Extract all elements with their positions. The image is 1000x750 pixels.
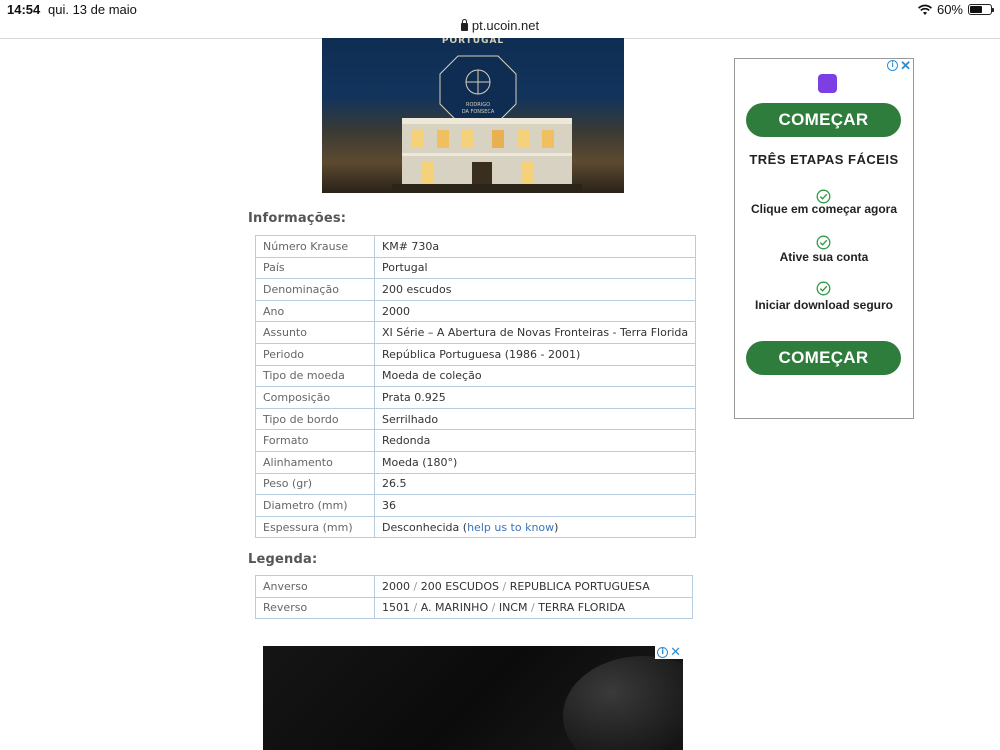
info-value-suffix: ) [554, 520, 559, 534]
legend-heading: Legenda: [248, 552, 318, 567]
info-value: KM# 730a [373, 235, 697, 258]
table-row: Denominação 200 escudos [255, 278, 697, 301]
info-key: Periodo [255, 342, 375, 366]
legend-part: 2000 [382, 579, 410, 593]
info-value: 36 [373, 494, 697, 517]
table-row: Anverso 2000 / 200 ESCUDOS / REPUBLICA PO… [255, 575, 693, 598]
close-icon[interactable]: ✕ [900, 59, 911, 72]
info-key: Ano [255, 299, 375, 323]
legend-separator: / [491, 601, 496, 615]
battery-icon [968, 4, 994, 15]
table-row: Formato Redonda [255, 429, 697, 452]
info-value: Prata 0.925 [373, 386, 697, 409]
info-key: Formato [255, 429, 375, 452]
hero-image: PORTUGAL RODRIGO DA FONSECA [322, 38, 624, 193]
adchoices[interactable]: i ✕ [887, 59, 911, 72]
info-value: Desconhecida (help us to know) [373, 515, 697, 539]
legend-part: A. MARINHO [420, 601, 489, 615]
table-row: Número Krause KM# 730a [255, 235, 697, 258]
info-key: Assunto [255, 321, 375, 344]
table-row: Composição Prata 0.925 [255, 386, 697, 409]
legend-part: TERRA FLORIDA [538, 601, 626, 615]
info-value: 200 escudos [373, 278, 697, 301]
info-value: República Portuguesa (1986 - 2001) [373, 342, 697, 366]
hero-top-text: PORTUGAL [441, 38, 505, 46]
ad-start-button-top[interactable]: COMEÇAR AGORA [746, 103, 901, 163]
legend-key: Anverso [255, 575, 375, 598]
table-row: Ano 2000 [255, 299, 697, 323]
table-row: Reverso 1501 / A. MARINHO / INCM / TERRA … [255, 596, 693, 620]
ad-logo-icon [818, 74, 837, 93]
info-key: Peso (gr) [255, 472, 375, 496]
info-table: Número Krause KM# 730a País Portugal Denomin… [255, 235, 697, 539]
info-value: 2000 [373, 299, 697, 323]
check-icon [816, 281, 831, 296]
ad-step-2: Ative sua conta [779, 250, 869, 264]
info-key: Número Krause [255, 235, 375, 258]
adchoices[interactable]: i ✕ [655, 646, 683, 659]
legend-key: Reverso [255, 596, 375, 620]
info-key: País [255, 256, 375, 280]
ad-step-3: Iniciar download seguro [754, 298, 894, 312]
info-key: Diametro (mm) [255, 494, 375, 517]
info-key: Alinhamento [255, 450, 375, 474]
legend-part: 200 ESCUDOS [420, 579, 499, 593]
ad-heading: TRÊS ETAPAS FÁCEIS [749, 152, 899, 167]
url-text[interactable]: pt.ucoin.net [472, 18, 539, 33]
info-value: Moeda de coleção [373, 364, 697, 388]
check-icon [816, 235, 831, 250]
close-icon[interactable]: ✕ [670, 646, 681, 659]
info-value: Serrilhado [373, 407, 697, 431]
info-key: Denominação [255, 278, 375, 301]
lock-icon [460, 19, 468, 31]
info-key: Espessura (mm) [255, 515, 375, 539]
table-row: Espessura (mm) Desconhecida (help us to k… [255, 515, 697, 539]
legend-separator: / [413, 579, 418, 593]
table-row: País Portugal [255, 256, 697, 280]
wifi-icon [917, 4, 932, 15]
legend-separator: / [530, 601, 535, 615]
legend-part: INCM [498, 601, 528, 615]
legend-part: 1501 [382, 601, 410, 615]
table-row: Tipo de moeda Moeda de coleção [255, 364, 697, 388]
house-illustration [392, 118, 582, 193]
help-link[interactable]: help us to know [467, 521, 554, 534]
address-bar[interactable]: pt.ucoin.net [0, 15, 1000, 39]
legend-table: Anverso 2000 / 200 ESCUDOS / REPUBLICA PO… [255, 575, 693, 620]
ad-start-button-bottom[interactable]: COMEÇAR AGORA [746, 341, 901, 401]
legend-value: 1501 / A. MARINHO / INCM / TERRA FLORIDA [374, 596, 693, 620]
table-row: Assunto XI Série – A Abertura de Novas Fr… [255, 321, 697, 344]
ad-image [563, 656, 683, 750]
side-ad[interactable]: i ✕ COMEÇAR AGORA TRÊS ETAPAS FÁCEIS Cli… [734, 58, 914, 419]
info-value: 26.5 [373, 472, 697, 496]
ad-step-1: Clique em começar agora [750, 202, 898, 216]
info-key: Composição [255, 386, 375, 409]
info-value-text: Desconhecida ( [382, 520, 468, 534]
info-value: Redonda [373, 429, 697, 452]
info-key: Tipo de moeda [255, 364, 375, 388]
info-icon[interactable]: i [657, 647, 669, 658]
legend-value: 2000 / 200 ESCUDOS / REPUBLICA PORTUGUES… [374, 575, 693, 598]
table-row: Alinhamento Moeda (180°) [255, 450, 697, 474]
battery-fill [970, 6, 982, 13]
legend-part: REPUBLICA PORTUGUESA [509, 579, 650, 593]
bottom-ad[interactable]: i ✕ [263, 646, 683, 750]
info-icon[interactable]: i [887, 60, 899, 71]
table-row: Periodo República Portuguesa (1986 - 2001… [255, 342, 697, 366]
info-key: Tipo de bordo [255, 407, 375, 431]
table-row: Diametro (mm) 36 [255, 494, 697, 517]
info-heading: Informações: [248, 211, 347, 226]
info-value: Portugal [373, 256, 697, 280]
legend-separator: / [413, 601, 418, 615]
table-row: Tipo de bordo Serrilhado [255, 407, 697, 431]
table-row: Peso (gr) 26.5 [255, 472, 697, 496]
info-value: XI Série – A Abertura de Novas Fronteira… [373, 321, 697, 344]
info-value: Moeda (180°) [373, 450, 697, 474]
legend-separator: / [502, 579, 507, 593]
